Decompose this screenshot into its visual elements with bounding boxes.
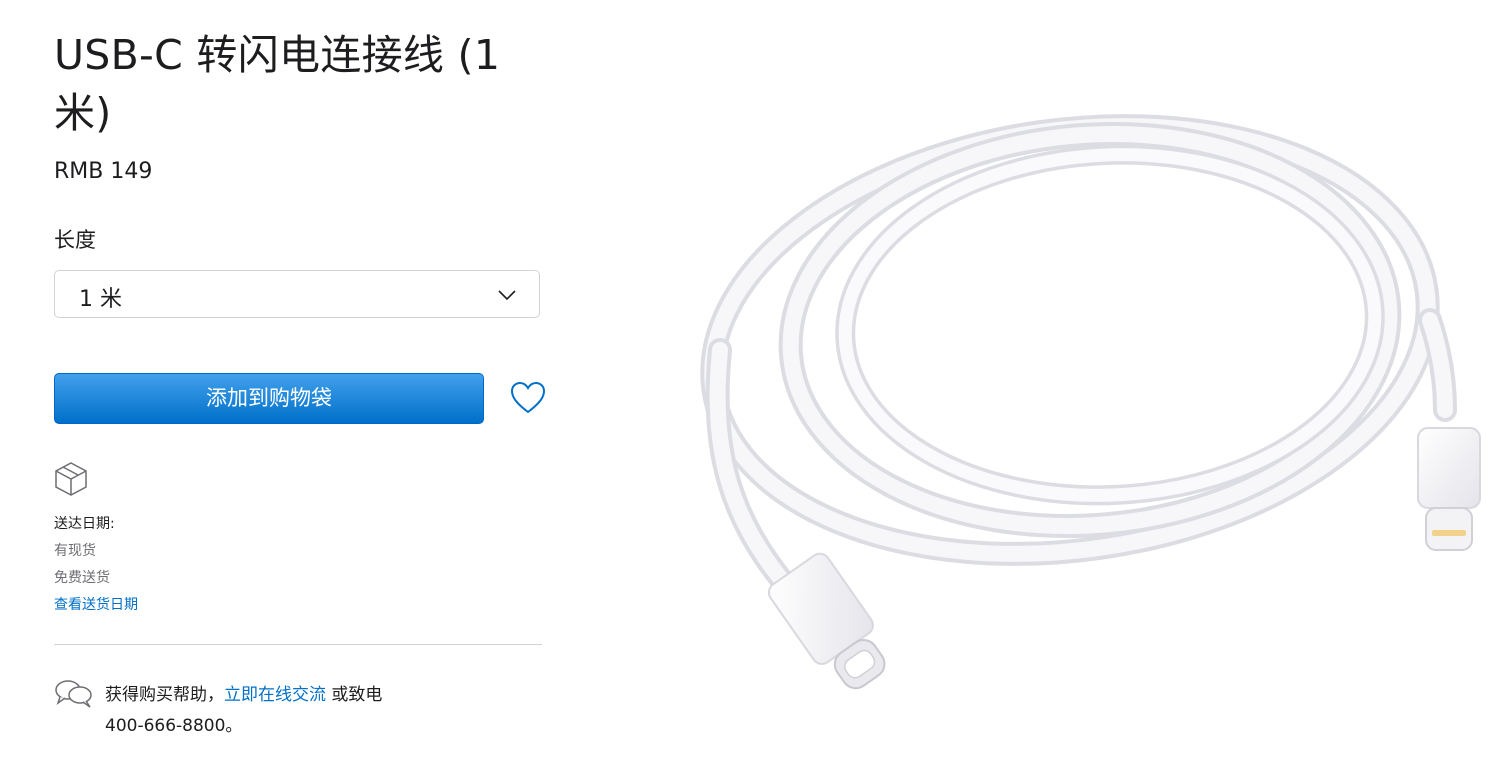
chevron-down-icon (498, 290, 516, 301)
free-shipping-text: 免费送货 (54, 570, 110, 586)
product-panel: USB-C 转闪电连接线 (1 米) RMB 149 长度 1 米 添加到购物袋… (54, 26, 546, 736)
box-icon (55, 462, 87, 496)
heart-icon[interactable] (510, 381, 546, 415)
delivery-heading: 送达日期: (54, 516, 115, 532)
chat-bubbles-icon (55, 680, 92, 708)
help-middle: 或致电 (326, 685, 383, 705)
check-delivery-link[interactable]: 查看送货日期 (54, 592, 138, 619)
shipping-info: 送达日期: 有现货 免费送货 查看送货日期 (54, 511, 138, 619)
length-select-value: 1 米 (79, 287, 122, 312)
product-image (700, 114, 1481, 690)
page-title: USB-C 转闪电连接线 (1 米) (54, 31, 501, 137)
help-prefix: 获得购买帮助， (105, 685, 224, 705)
availability-text: 有现货 (54, 543, 96, 559)
length-label: 长度 (54, 228, 96, 252)
divider (54, 644, 542, 645)
purchase-help: 获得购买帮助，立即在线交流 或致电 400-666-8800。 (105, 680, 525, 742)
help-phone: 400-666-8800。 (105, 716, 243, 736)
product-price: RMB 149 (54, 159, 153, 184)
add-to-bag-button[interactable]: 添加到购物袋 (54, 373, 484, 424)
length-select[interactable]: 1 米 (54, 270, 540, 318)
cart-row: 添加到购物袋 (54, 373, 546, 425)
live-chat-link[interactable]: 立即在线交流 (224, 685, 326, 705)
